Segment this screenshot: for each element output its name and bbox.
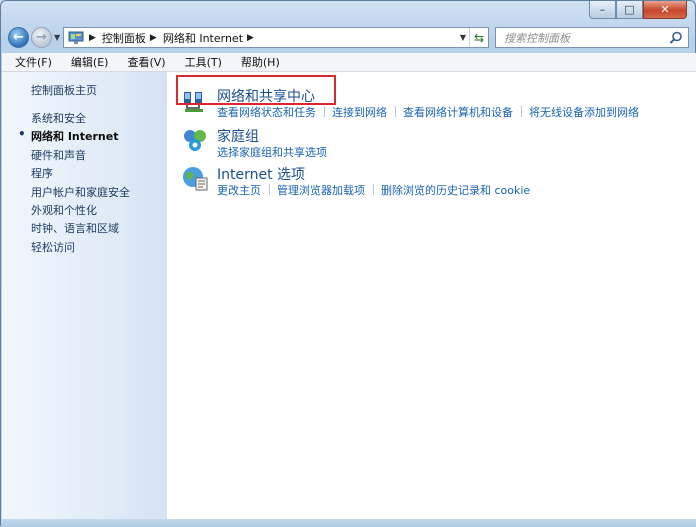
address-history-dropdown[interactable]: ▼: [456, 28, 470, 47]
sidebar-item-ease-of-access[interactable]: 轻松访问: [31, 239, 130, 257]
control-panel-icon: [67, 30, 85, 45]
breadcrumb-separator-icon[interactable]: ▶: [89, 33, 96, 43]
link-change-home-page[interactable]: 更改主页: [217, 182, 261, 198]
link-view-network-status[interactable]: 查看网络状态和任务: [217, 104, 316, 120]
category-links: 查看网络状态和任务 连接到网络 查看网络计算机和设备 将无线设备添加到网络: [217, 104, 639, 120]
menu-view[interactable]: 查看(V): [114, 54, 171, 70]
caption-buttons: – □ ✕: [589, 1, 687, 19]
sidebar-category-list: 系统和安全 网络和 Internet 硬件和声音 程序 用户帐户和家庭安全 外观…: [18, 110, 130, 257]
navigation-bar: ← → ▼ ▶ 控制面板 ▶ 网络和 Internet ▶ ▼ ⇆ 搜索控制面板: [1, 22, 695, 52]
link-separator: [395, 106, 396, 117]
menu-edit[interactable]: 编辑(E): [58, 54, 115, 70]
forward-arrow-icon: →: [36, 30, 47, 45]
sidebar-item-appearance[interactable]: 外观和个性化: [31, 202, 130, 220]
category-links: 更改主页 管理浏览器加载项 删除浏览的历史记录和 cookie: [217, 182, 530, 198]
menu-bar: 文件(F) 编辑(E) 查看(V) 工具(T) 帮助(H): [2, 53, 696, 72]
link-add-wireless-device[interactable]: 将无线设备添加到网络: [529, 104, 639, 120]
internet-options-icon[interactable]: [181, 164, 209, 192]
refresh-icon: ⇆: [473, 30, 485, 45]
search-input[interactable]: 搜索控制面板: [504, 30, 668, 46]
sidebar: 控制面板主页 系统和安全 网络和 Internet 硬件和声音 程序 用户帐户和…: [2, 72, 167, 520]
breadcrumb-control-panel[interactable]: 控制面板: [102, 30, 146, 46]
recent-pages-dropdown[interactable]: ▼: [54, 33, 61, 42]
menu-help[interactable]: 帮助(H): [228, 54, 286, 70]
link-separator: [521, 106, 522, 117]
category-title[interactable]: Internet 选项: [217, 164, 305, 184]
menu-file[interactable]: 文件(F): [2, 54, 58, 70]
link-delete-browsing-history[interactable]: 删除浏览的历史记录和 cookie: [381, 182, 530, 198]
link-separator: [324, 106, 325, 117]
homegroup-icon[interactable]: [181, 126, 209, 154]
sidebar-item-system-security[interactable]: 系统和安全: [31, 110, 130, 128]
main-content: 网络和共享中心 查看网络状态和任务 连接到网络 查看网络计算机和设备 将无线设备…: [167, 72, 696, 520]
sidebar-home-link[interactable]: 控制面板主页: [31, 82, 97, 98]
link-homegroup-sharing-options[interactable]: 选择家庭组和共享选项: [217, 144, 327, 160]
refresh-button[interactable]: ⇆: [469, 28, 488, 47]
sidebar-item-clock-language[interactable]: 时钟、语言和区域: [31, 220, 130, 238]
breadcrumb-network-internet[interactable]: 网络和 Internet: [163, 30, 243, 46]
breadcrumb-separator-icon[interactable]: ▶: [247, 33, 254, 43]
link-view-network-computers[interactable]: 查看网络计算机和设备: [403, 104, 513, 120]
link-manage-addons[interactable]: 管理浏览器加载项: [277, 182, 365, 198]
search-box[interactable]: 搜索控制面板: [495, 27, 689, 48]
maximize-button[interactable]: □: [616, 1, 643, 19]
forward-button[interactable]: →: [31, 27, 52, 48]
menu-tools[interactable]: 工具(T): [172, 54, 228, 70]
sidebar-item-user-accounts[interactable]: 用户帐户和家庭安全: [31, 184, 130, 202]
back-button[interactable]: ←: [8, 27, 29, 48]
back-arrow-icon: ←: [13, 30, 24, 45]
search-icon[interactable]: [668, 30, 684, 46]
sidebar-item-programs[interactable]: 程序: [31, 165, 130, 183]
breadcrumb-separator-icon[interactable]: ▶: [150, 33, 157, 43]
sidebar-item-hardware-sound[interactable]: 硬件和声音: [31, 147, 130, 165]
address-bar[interactable]: ▶ 控制面板 ▶ 网络和 Internet ▶ ▼ ⇆: [63, 27, 489, 48]
close-button[interactable]: ✕: [643, 1, 687, 19]
category-title[interactable]: 家庭组: [217, 126, 259, 146]
explorer-window: – □ ✕ ← → ▼ ▶ 控制面板 ▶ 网络和 Internet ▶ ▼ ⇆ …: [0, 0, 696, 527]
dropdown-icon: ▼: [54, 33, 61, 42]
link-separator: [373, 184, 374, 195]
chevron-down-icon: ▼: [459, 33, 467, 42]
category-links: 选择家庭组和共享选项: [217, 144, 327, 160]
highlight-box: [176, 75, 336, 105]
minimize-button[interactable]: –: [589, 1, 616, 19]
link-connect-to-network[interactable]: 连接到网络: [332, 104, 387, 120]
link-separator: [269, 184, 270, 195]
sidebar-item-network-internet[interactable]: 网络和 Internet: [18, 127, 130, 146]
title-bar[interactable]: – □ ✕: [1, 1, 695, 21]
